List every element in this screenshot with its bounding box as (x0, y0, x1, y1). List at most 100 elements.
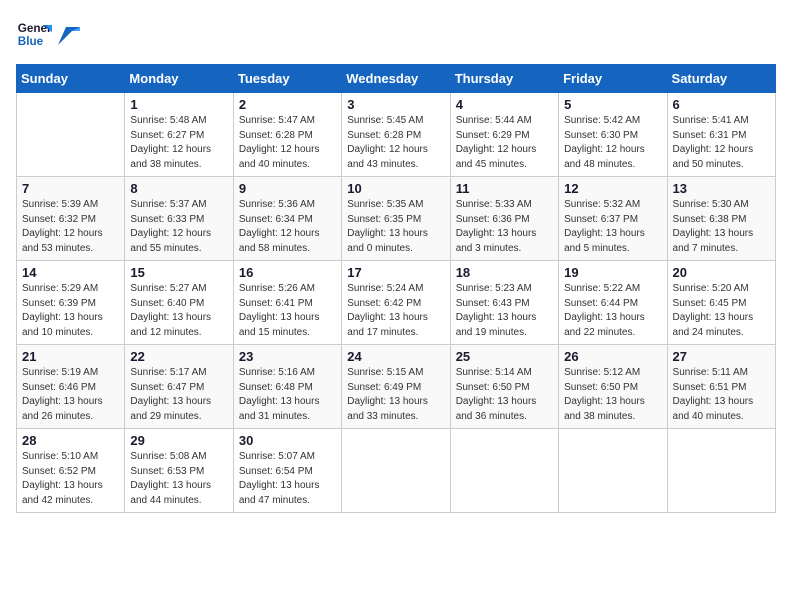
calendar-cell: 14 Sunrise: 5:29 AM Sunset: 6:39 PM Dayli… (17, 261, 125, 345)
calendar-cell: 5 Sunrise: 5:42 AM Sunset: 6:30 PM Daylig… (559, 93, 667, 177)
calendar-cell: 8 Sunrise: 5:37 AM Sunset: 6:33 PM Daylig… (125, 177, 233, 261)
day-number: 23 (239, 349, 336, 364)
day-number: 17 (347, 265, 444, 280)
calendar-cell: 16 Sunrise: 5:26 AM Sunset: 6:41 PM Dayli… (233, 261, 341, 345)
day-number: 9 (239, 181, 336, 196)
day-number: 28 (22, 433, 119, 448)
calendar-cell: 7 Sunrise: 5:39 AM Sunset: 6:32 PM Daylig… (17, 177, 125, 261)
day-number: 30 (239, 433, 336, 448)
day-number: 19 (564, 265, 661, 280)
day-number: 14 (22, 265, 119, 280)
day-number: 24 (347, 349, 444, 364)
day-number: 16 (239, 265, 336, 280)
day-info: Sunrise: 5:47 AM Sunset: 6:28 PM Dayligh… (239, 114, 336, 172)
calendar-cell: 11 Sunrise: 5:33 AM Sunset: 6:36 PM Dayli… (450, 177, 558, 261)
svg-text:Blue: Blue (18, 35, 44, 48)
calendar-cell: 12 Sunrise: 5:32 AM Sunset: 6:37 PM Dayli… (559, 177, 667, 261)
header-friday: Friday (559, 65, 667, 93)
calendar-cell: 1Sunrise: 5:48 AM Sunset: 6:27 PM Daylig… (125, 93, 233, 177)
day-number: 11 (456, 181, 553, 196)
calendar-cell: 25Sunrise: 5:14 AM Sunset: 6:50 PM Dayli… (450, 345, 558, 429)
logo-wing-icon (58, 27, 80, 45)
day-number: 10 (347, 181, 444, 196)
calendar-week-1: 1Sunrise: 5:48 AM Sunset: 6:27 PM Daylig… (17, 93, 776, 177)
calendar-table: SundayMondayTuesdayWednesdayThursdayFrid… (16, 64, 776, 513)
day-info: Sunrise: 5:41 AM Sunset: 6:31 PM Dayligh… (673, 114, 770, 172)
calendar-cell: 29 Sunrise: 5:08 AM Sunset: 6:53 PM Dayli… (125, 429, 233, 513)
day-number: 3 (347, 97, 444, 112)
day-number: 7 (22, 181, 119, 196)
day-number: 18 (456, 265, 553, 280)
day-number: 5 (564, 97, 661, 112)
day-info: Sunrise: 5:07 AM Sunset: 6:54 PM Dayligh… (239, 450, 336, 508)
calendar-week-2: 7 Sunrise: 5:39 AM Sunset: 6:32 PM Daylig… (17, 177, 776, 261)
day-number: 13 (673, 181, 770, 196)
calendar-cell: 17 Sunrise: 5:24 AM Sunset: 6:42 PM Dayli… (342, 261, 450, 345)
calendar-week-4: 21 Sunrise: 5:19 AM Sunset: 6:46 PM Dayli… (17, 345, 776, 429)
header-monday: Monday (125, 65, 233, 93)
calendar-cell: 2Sunrise: 5:47 AM Sunset: 6:28 PM Daylig… (233, 93, 341, 177)
calendar-cell (559, 429, 667, 513)
day-info: Sunrise: 5:20 AM Sunset: 6:45 PM Dayligh… (673, 282, 770, 340)
day-number: 1 (130, 97, 227, 112)
day-info: Sunrise: 5:35 AM Sunset: 6:35 PM Dayligh… (347, 198, 444, 256)
day-number: 8 (130, 181, 227, 196)
day-info: Sunrise: 5:30 AM Sunset: 6:38 PM Dayligh… (673, 198, 770, 256)
day-info: Sunrise: 5:45 AM Sunset: 6:28 PM Dayligh… (347, 114, 444, 172)
calendar-week-3: 14 Sunrise: 5:29 AM Sunset: 6:39 PM Dayli… (17, 261, 776, 345)
day-info: Sunrise: 5:16 AM Sunset: 6:48 PM Dayligh… (239, 366, 336, 424)
logo-icon: General Blue (16, 16, 52, 52)
day-info: Sunrise: 5:39 AM Sunset: 6:32 PM Dayligh… (22, 198, 119, 256)
day-number: 25 (456, 349, 553, 364)
day-info: Sunrise: 5:42 AM Sunset: 6:30 PM Dayligh… (564, 114, 661, 172)
day-info: Sunrise: 5:15 AM Sunset: 6:49 PM Dayligh… (347, 366, 444, 424)
calendar-cell: 15 Sunrise: 5:27 AM Sunset: 6:40 PM Dayli… (125, 261, 233, 345)
day-info: Sunrise: 5:24 AM Sunset: 6:42 PM Dayligh… (347, 282, 444, 340)
calendar-cell: 26 Sunrise: 5:12 AM Sunset: 6:50 PM Dayli… (559, 345, 667, 429)
day-number: 20 (673, 265, 770, 280)
calendar-header-row: SundayMondayTuesdayWednesdayThursdayFrid… (17, 65, 776, 93)
day-number: 6 (673, 97, 770, 112)
day-info: Sunrise: 5:26 AM Sunset: 6:41 PM Dayligh… (239, 282, 336, 340)
day-info: Sunrise: 5:17 AM Sunset: 6:47 PM Dayligh… (130, 366, 227, 424)
calendar-cell: 9 Sunrise: 5:36 AM Sunset: 6:34 PM Daylig… (233, 177, 341, 261)
header-thursday: Thursday (450, 65, 558, 93)
header-sunday: Sunday (17, 65, 125, 93)
day-info: Sunrise: 5:36 AM Sunset: 6:34 PM Dayligh… (239, 198, 336, 256)
calendar-cell: 21 Sunrise: 5:19 AM Sunset: 6:46 PM Dayli… (17, 345, 125, 429)
day-info: Sunrise: 5:37 AM Sunset: 6:33 PM Dayligh… (130, 198, 227, 256)
day-number: 26 (564, 349, 661, 364)
day-info: Sunrise: 5:29 AM Sunset: 6:39 PM Dayligh… (22, 282, 119, 340)
header-wednesday: Wednesday (342, 65, 450, 93)
day-info: Sunrise: 5:19 AM Sunset: 6:46 PM Dayligh… (22, 366, 119, 424)
day-info: Sunrise: 5:44 AM Sunset: 6:29 PM Dayligh… (456, 114, 553, 172)
calendar-week-5: 28Sunrise: 5:10 AM Sunset: 6:52 PM Dayli… (17, 429, 776, 513)
day-number: 15 (130, 265, 227, 280)
calendar-cell: 20 Sunrise: 5:20 AM Sunset: 6:45 PM Dayli… (667, 261, 775, 345)
day-info: Sunrise: 5:11 AM Sunset: 6:51 PM Dayligh… (673, 366, 770, 424)
day-number: 29 (130, 433, 227, 448)
day-info: Sunrise: 5:27 AM Sunset: 6:40 PM Dayligh… (130, 282, 227, 340)
calendar-cell: 28Sunrise: 5:10 AM Sunset: 6:52 PM Dayli… (17, 429, 125, 513)
calendar-cell (450, 429, 558, 513)
day-info: Sunrise: 5:32 AM Sunset: 6:37 PM Dayligh… (564, 198, 661, 256)
header-tuesday: Tuesday (233, 65, 341, 93)
day-info: Sunrise: 5:22 AM Sunset: 6:44 PM Dayligh… (564, 282, 661, 340)
calendar-cell: 22Sunrise: 5:17 AM Sunset: 6:47 PM Dayli… (125, 345, 233, 429)
calendar-cell: 4 Sunrise: 5:44 AM Sunset: 6:29 PM Daylig… (450, 93, 558, 177)
day-info: Sunrise: 5:08 AM Sunset: 6:53 PM Dayligh… (130, 450, 227, 508)
day-number: 21 (22, 349, 119, 364)
day-info: Sunrise: 5:23 AM Sunset: 6:43 PM Dayligh… (456, 282, 553, 340)
day-info: Sunrise: 5:33 AM Sunset: 6:36 PM Dayligh… (456, 198, 553, 256)
calendar-cell: 3 Sunrise: 5:45 AM Sunset: 6:28 PM Daylig… (342, 93, 450, 177)
calendar-cell (342, 429, 450, 513)
day-number: 4 (456, 97, 553, 112)
day-info: Sunrise: 5:12 AM Sunset: 6:50 PM Dayligh… (564, 366, 661, 424)
calendar-cell: 13 Sunrise: 5:30 AM Sunset: 6:38 PM Dayli… (667, 177, 775, 261)
calendar-cell: 10 Sunrise: 5:35 AM Sunset: 6:35 PM Dayli… (342, 177, 450, 261)
page-header: General Blue (16, 16, 776, 52)
calendar-cell (667, 429, 775, 513)
calendar-cell: 24 Sunrise: 5:15 AM Sunset: 6:49 PM Dayli… (342, 345, 450, 429)
day-number: 12 (564, 181, 661, 196)
calendar-cell: 27Sunrise: 5:11 AM Sunset: 6:51 PM Dayli… (667, 345, 775, 429)
